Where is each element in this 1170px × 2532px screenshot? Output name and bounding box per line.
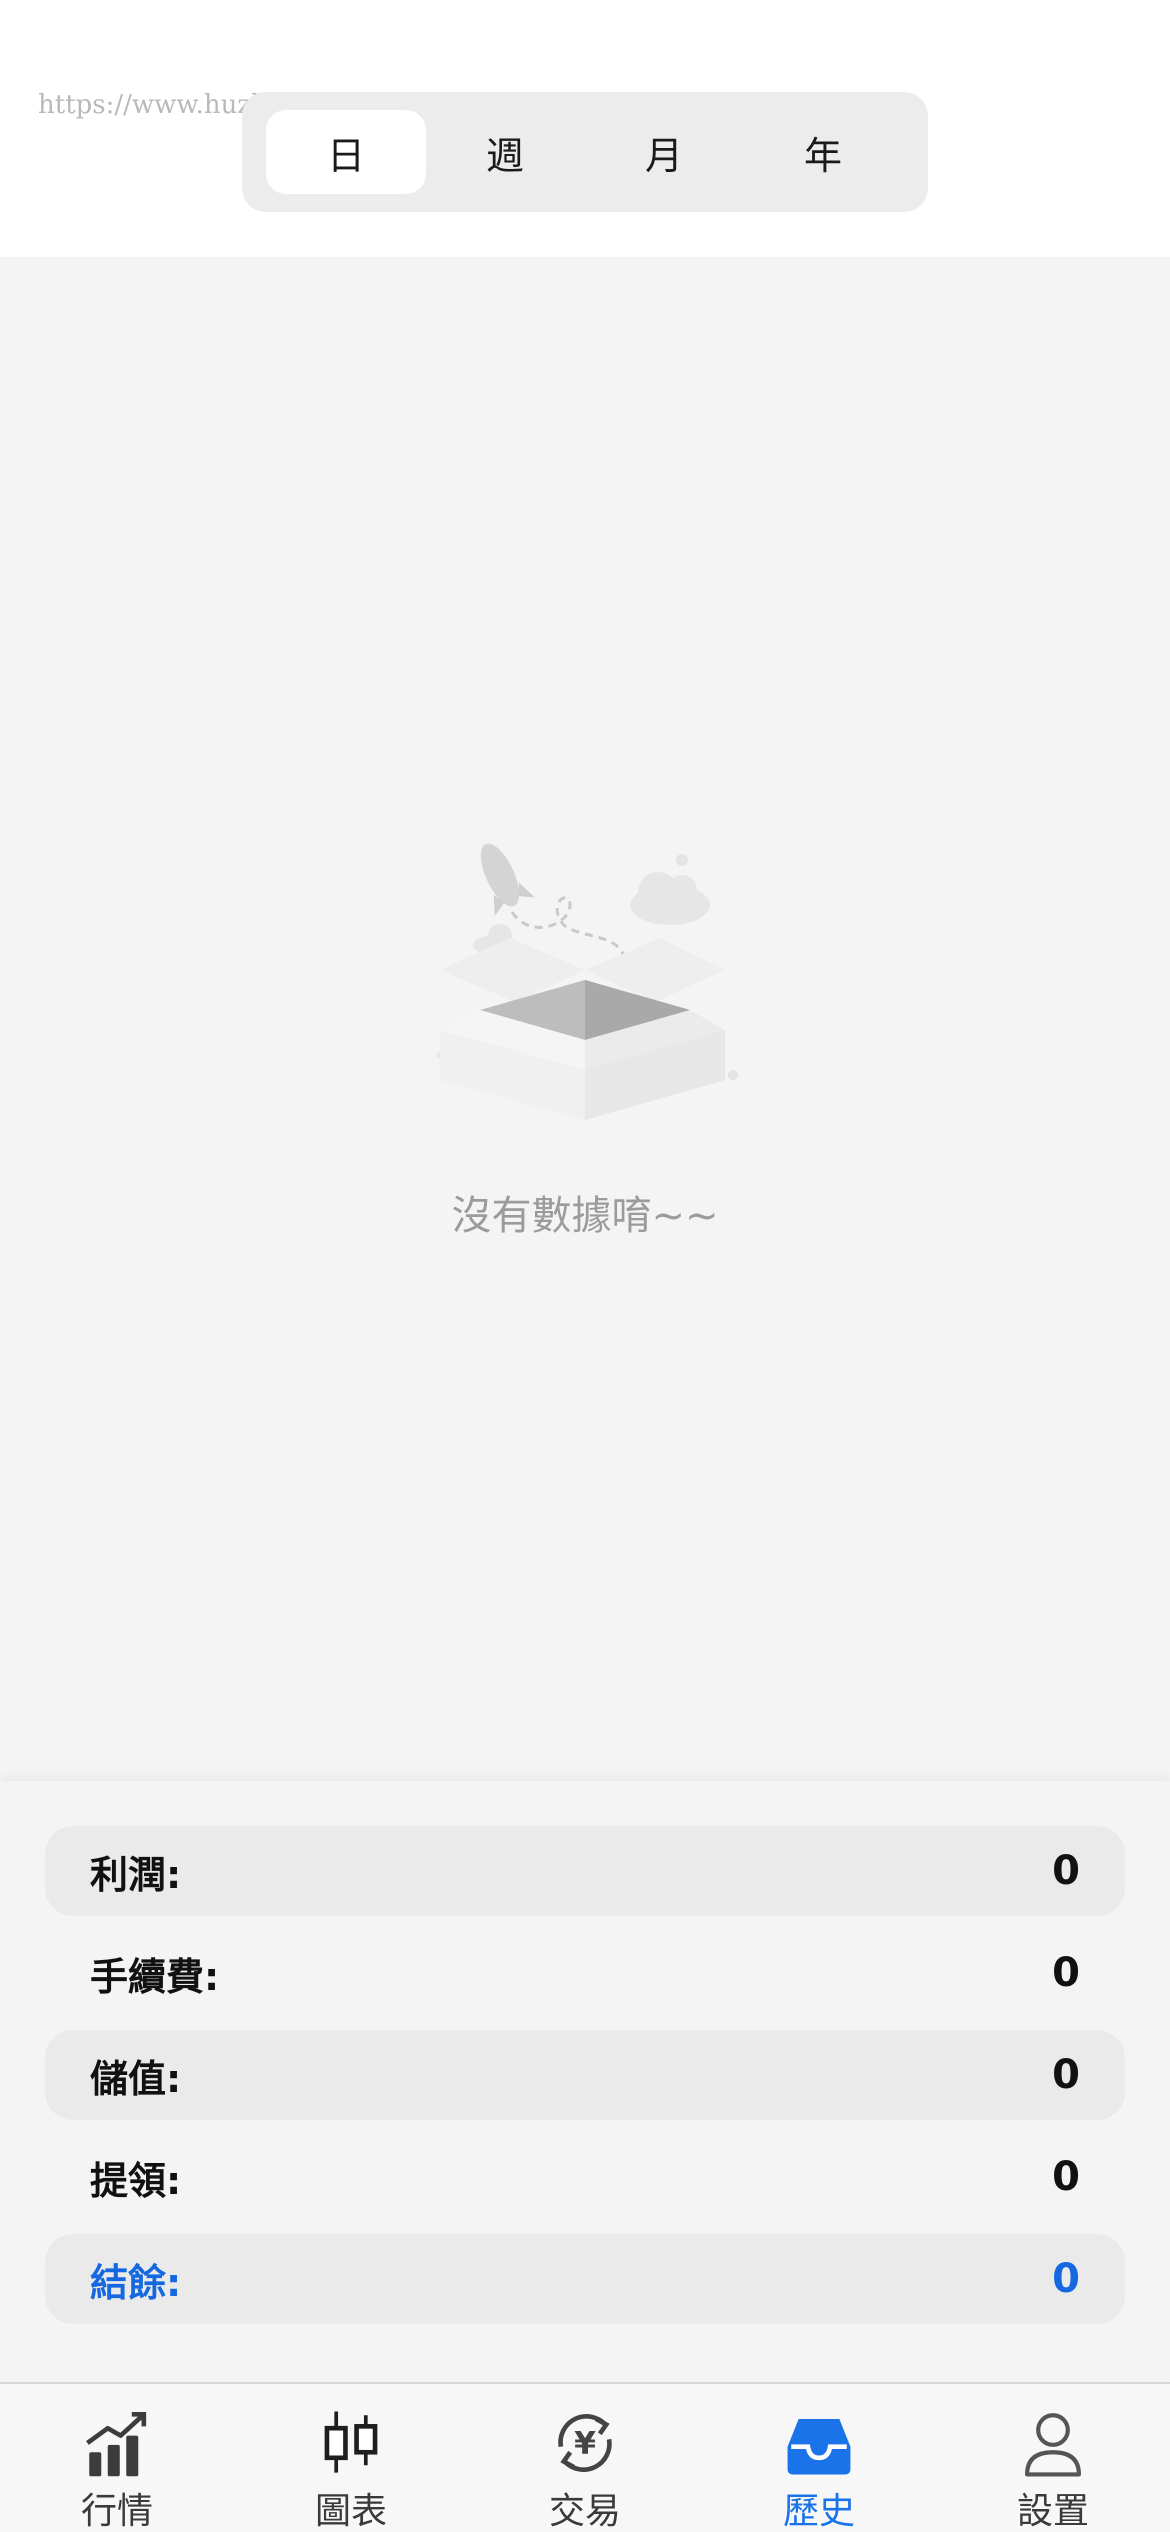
period-tab-day[interactable]: 日 [266, 110, 426, 194]
summary-row-fee: 手續費: 0 [45, 1928, 1125, 2018]
header: https://www.huzhan.com/ishop31764 日 週 月 … [0, 0, 1170, 257]
tab-label: 交易 [548, 2491, 621, 2532]
period-tab-year[interactable]: 年 [743, 110, 903, 194]
tab-label: 圖表 [314, 2491, 387, 2532]
summary-panel: 利潤: 0 手續費: 0 儲值: 0 提領: 0 結餘: 0 [0, 1781, 1170, 2381]
summary-value: 0 [1052, 1848, 1080, 1894]
tab-label: 歷史 [782, 2491, 855, 2532]
tab-history[interactable]: 歷史 [702, 2384, 936, 2532]
empty-state-message: 沒有數據唷~~ [451, 1193, 719, 1239]
history-screen: https://www.huzhan.com/ishop31764 日 週 月 … [0, 0, 1170, 2532]
summary-row-balance: 結餘: 0 [45, 2234, 1125, 2324]
period-tab-week[interactable]: 週 [425, 110, 585, 194]
tab-label: 設置 [1016, 2491, 1089, 2532]
tab-market[interactable]: 行情 [0, 2384, 234, 2532]
summary-label: 儲值: [90, 2056, 182, 2101]
summary-row-profit: 利潤: 0 [45, 1826, 1125, 1916]
empty-box-illustration [436, 843, 738, 1120]
summary-row-deposit: 儲值: 0 [45, 2030, 1125, 2120]
tab-chart[interactable]: 圖表 [234, 2384, 468, 2532]
period-segmented-control: 日 週 月 年 [242, 92, 928, 212]
user-icon [1025, 2413, 1081, 2477]
summary-value: 0 [1052, 2154, 1080, 2200]
svg-text:¥: ¥ [574, 2426, 596, 2462]
summary-row-withdraw: 提領: 0 [45, 2132, 1125, 2222]
summary-label: 利潤: [90, 1852, 182, 1897]
summary-label: 結餘: [90, 2260, 182, 2305]
summary-value: 0 [1052, 2052, 1080, 2098]
bottom-tab-bar: 行情 圖表 ¥ 交易 歷史 設置 [0, 2382, 1170, 2532]
market-chart-icon [86, 2412, 147, 2477]
summary-value: 0 [1052, 1950, 1080, 1996]
summary-label: 手續費: [90, 1954, 220, 1999]
inbox-icon [787, 2418, 851, 2475]
summary-value: 0 [1052, 2256, 1080, 2302]
period-tab-month[interactable]: 月 [584, 110, 744, 194]
candlestick-icon [324, 2411, 378, 2473]
tab-trade[interactable]: ¥ 交易 [468, 2384, 702, 2532]
yen-exchange-icon: ¥ [558, 2414, 612, 2472]
tab-settings[interactable]: 設置 [936, 2384, 1170, 2532]
tab-label: 行情 [80, 2491, 153, 2532]
summary-label: 提領: [90, 2158, 182, 2203]
